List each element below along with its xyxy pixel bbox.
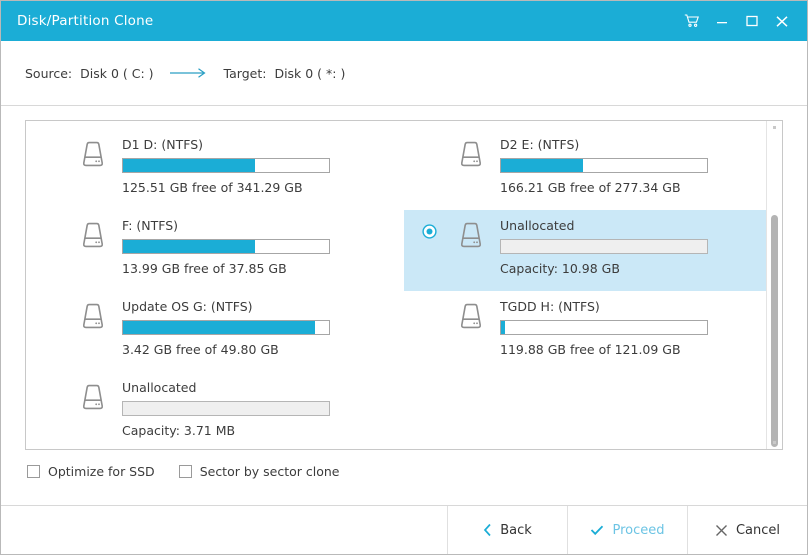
window-title: Disk/Partition Clone: [17, 13, 153, 29]
usage-bar: [122, 239, 330, 254]
long-arrow-right-icon: [170, 67, 210, 79]
chevron-left-icon: [483, 523, 492, 537]
usage-bar: [122, 320, 330, 335]
partition-capacity: 125.51 GB free of 341.29 GB: [122, 180, 330, 195]
footer-bar: Back Proceed Cancel: [1, 505, 807, 554]
partition-column-right: D2 E: (NTFS) 166.21 GB free of 277.34 GB U…: [404, 121, 782, 449]
panel-scrollbar[interactable]: [766, 121, 782, 449]
scroll-down-icon[interactable]: [773, 441, 776, 444]
drive-icon: [442, 291, 500, 333]
back-button-label: Back: [500, 523, 532, 538]
partition-info: Unallocated Capacity: 3.71 MB: [122, 372, 330, 438]
partition-row[interactable]: F: (NTFS) 13.99 GB free of 37.85 GB: [26, 210, 404, 291]
source-label: Source:: [25, 66, 72, 81]
back-button[interactable]: Back: [447, 506, 567, 554]
usage-bar: [500, 320, 708, 335]
cart-icon[interactable]: [677, 7, 707, 35]
scrollbar-thumb[interactable]: [771, 215, 778, 447]
title-bar: Disk/Partition Clone: [1, 1, 807, 41]
usage-bar-fill: [501, 159, 583, 172]
optimize-for-ssd-option[interactable]: Optimize for SSD: [27, 464, 155, 479]
source-target-header: Source: Disk 0 ( C: ) Target: Disk 0 ( *…: [1, 41, 807, 106]
partition-name: Unallocated: [122, 380, 330, 395]
target-value: Disk 0 ( *: ): [274, 66, 345, 81]
drive-icon: [442, 210, 500, 252]
usage-bar-fill: [123, 240, 255, 253]
sector-by-sector-option[interactable]: Sector by sector clone: [179, 464, 340, 479]
source-value: Disk 0 ( C: ): [80, 66, 153, 81]
partition-row[interactable]: Unallocated Capacity: 10.98 GB: [404, 210, 782, 291]
partition-row[interactable]: Unallocated Capacity: 3.71 MB: [26, 372, 404, 450]
partition-name: Unallocated: [500, 218, 708, 233]
sector-by-sector-checkbox[interactable]: [179, 465, 192, 478]
partition-capacity: Capacity: 10.98 GB: [500, 261, 708, 276]
usage-bar: [500, 158, 708, 173]
optimize-for-ssd-label: Optimize for SSD: [48, 464, 155, 479]
close-x-icon: [715, 524, 728, 537]
drive-icon: [64, 129, 122, 171]
partition-capacity: 166.21 GB free of 277.34 GB: [500, 180, 708, 195]
partition-info: TGDD H: (NTFS) 119.88 GB free of 121.09 G…: [500, 291, 708, 357]
partition-row[interactable]: TGDD H: (NTFS) 119.88 GB free of 121.09 G…: [404, 291, 782, 372]
clone-options: Optimize for SSD Sector by sector clone: [25, 450, 783, 479]
partition-name: D2 E: (NTFS): [500, 137, 708, 152]
cancel-button[interactable]: Cancel: [687, 506, 807, 554]
partition-capacity: Capacity: 3.71 MB: [122, 423, 330, 438]
partition-capacity: 3.42 GB free of 49.80 GB: [122, 342, 330, 357]
close-icon[interactable]: [767, 7, 797, 35]
minimize-icon[interactable]: [707, 7, 737, 35]
partition-column-left: D1 D: (NTFS) 125.51 GB free of 341.29 GB F…: [26, 121, 404, 449]
usage-bar: [500, 239, 708, 254]
partition-info: D2 E: (NTFS) 166.21 GB free of 277.34 GB: [500, 129, 708, 195]
usage-bar-fill: [123, 159, 255, 172]
partition-name: TGDD H: (NTFS): [500, 299, 708, 314]
proceed-button-label: Proceed: [612, 523, 664, 538]
partition-radio[interactable]: [416, 129, 442, 143]
sector-by-sector-label: Sector by sector clone: [200, 464, 340, 479]
partition-radio[interactable]: [38, 372, 64, 386]
partition-name: Update OS G: (NTFS): [122, 299, 330, 314]
partition-info: Unallocated Capacity: 10.98 GB: [500, 210, 708, 276]
partition-radio[interactable]: [38, 210, 64, 224]
partition-row[interactable]: D1 D: (NTFS) 125.51 GB free of 341.29 GB: [26, 129, 404, 210]
drive-icon: [64, 291, 122, 333]
partition-row[interactable]: Update OS G: (NTFS) 3.42 GB free of 49.80…: [26, 291, 404, 372]
usage-bar-fill: [501, 321, 505, 334]
drive-icon: [442, 129, 500, 171]
partition-info: F: (NTFS) 13.99 GB free of 37.85 GB: [122, 210, 330, 276]
partition-radio[interactable]: [38, 291, 64, 305]
usage-bar: [122, 401, 330, 416]
body-area: D1 D: (NTFS) 125.51 GB free of 341.29 GB F…: [1, 106, 807, 505]
proceed-button[interactable]: Proceed: [567, 506, 687, 554]
check-icon: [590, 523, 604, 537]
usage-bar-fill: [123, 321, 315, 334]
partition-panel: D1 D: (NTFS) 125.51 GB free of 341.29 GB F…: [25, 120, 783, 450]
partition-radio-selected[interactable]: [416, 210, 442, 239]
partition-capacity: 13.99 GB free of 37.85 GB: [122, 261, 330, 276]
window-controls: [677, 7, 797, 35]
partition-info: D1 D: (NTFS) 125.51 GB free of 341.29 GB: [122, 129, 330, 195]
partition-info: Update OS G: (NTFS) 3.42 GB free of 49.80…: [122, 291, 330, 357]
partition-radio[interactable]: [38, 129, 64, 143]
optimize-for-ssd-checkbox[interactable]: [27, 465, 40, 478]
drive-icon: [64, 210, 122, 252]
drive-icon: [64, 372, 122, 414]
target-label: Target:: [224, 66, 267, 81]
usage-bar: [122, 158, 330, 173]
maximize-icon[interactable]: [737, 7, 767, 35]
partition-row[interactable]: D2 E: (NTFS) 166.21 GB free of 277.34 GB: [404, 129, 782, 210]
clone-window: Disk/Partition Clone: [0, 0, 808, 555]
partition-radio[interactable]: [416, 291, 442, 305]
scroll-up-icon[interactable]: [773, 126, 776, 129]
partition-name: D1 D: (NTFS): [122, 137, 330, 152]
partition-capacity: 119.88 GB free of 121.09 GB: [500, 342, 708, 357]
cancel-button-label: Cancel: [736, 523, 780, 538]
partition-name: F: (NTFS): [122, 218, 330, 233]
